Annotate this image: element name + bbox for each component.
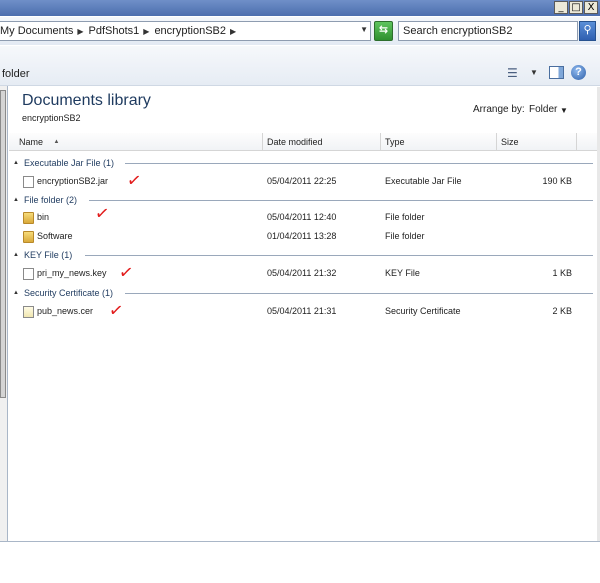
library-subtitle: encryptionSB2 — [22, 113, 81, 123]
group-header-jar[interactable]: ▲ Executable Jar File (1) — [13, 156, 593, 170]
column-size-label: Size — [501, 137, 519, 147]
group-divider — [89, 200, 593, 201]
library-title: Documents library — [22, 92, 151, 109]
address-history-dropdown-icon[interactable]: ▼ — [360, 25, 368, 34]
search-input[interactable]: Search encryptionSB2 — [398, 21, 578, 41]
file-size: 2 KB — [552, 306, 572, 316]
group-header-key[interactable]: ▲ KEY File (1) — [13, 248, 593, 262]
maximize-button[interactable]: □ — [569, 1, 583, 14]
sort-ascending-icon: ▲ — [53, 139, 60, 145]
check-mark-annotation: ✓ — [107, 300, 125, 322]
file-type: Security Certificate — [385, 306, 461, 316]
refresh-icon[interactable]: ⇆ — [374, 21, 393, 41]
chevron-right-icon[interactable]: ▶ — [230, 27, 236, 36]
file-name: bin — [37, 212, 50, 222]
preview-pane-icon[interactable] — [549, 66, 564, 79]
address-bar[interactable]: My Documents ▶ PdfShots1 ▶ encryptionSB2… — [0, 21, 371, 41]
group-label: Security Certificate (1) — [23, 288, 113, 298]
breadcrumb-encryptionsb2[interactable]: encryptionSB2 — [154, 25, 226, 37]
navigation-scrollbar-thumb[interactable] — [0, 90, 6, 398]
address-row: My Documents ▶ PdfShots1 ▶ encryptionSB2… — [0, 17, 600, 45]
file-row[interactable]: Software 01/04/2011 13:28 File folder — [9, 228, 597, 246]
window-title-bar: _ □ X — [0, 0, 600, 16]
collapse-arrow-icon[interactable]: ▲ — [13, 160, 19, 166]
column-header-date[interactable]: Date modified — [263, 133, 381, 151]
collapse-arrow-icon[interactable]: ▲ — [13, 197, 19, 203]
group-divider — [85, 255, 593, 256]
close-button[interactable]: X — [584, 1, 598, 14]
help-icon[interactable]: ? — [571, 65, 586, 80]
file-size: 190 KB — [542, 176, 572, 186]
file-date: 05/04/2011 12:40 — [267, 212, 337, 222]
arrange-by-label: Arrange by: — [473, 104, 525, 115]
column-type-label: Type — [385, 137, 405, 147]
file-date: 05/04/2011 21:31 — [267, 306, 337, 316]
command-bar: folder ☰ ▼ ? — [0, 46, 600, 86]
file-name: Software — [37, 231, 73, 241]
file-row[interactable]: encryptionSB2.jar 05/04/2011 22:25 Execu… — [9, 173, 597, 191]
details-pane — [0, 541, 600, 583]
check-mark-annotation: ✓ — [93, 203, 111, 225]
arrange-by-value[interactable]: Folder — [529, 104, 557, 115]
file-name: encryptionSB2.jar — [37, 176, 109, 186]
file-date: 05/04/2011 21:32 — [267, 268, 337, 278]
file-type: File folder — [385, 212, 425, 222]
check-mark-annotation: ✓ — [117, 262, 135, 284]
folder-icon — [23, 231, 34, 243]
column-date-label: Date modified — [267, 137, 323, 147]
file-row[interactable]: pub_news.cer 05/04/2011 21:31 Security C… — [9, 303, 597, 321]
file-date: 01/04/2011 13:28 — [267, 231, 337, 241]
group-label: KEY File (1) — [23, 250, 73, 260]
column-header-type[interactable]: Type — [381, 133, 497, 151]
change-view-icon[interactable]: ☰ — [507, 66, 518, 80]
collapse-arrow-icon[interactable]: ▲ — [13, 252, 19, 258]
chevron-right-icon[interactable]: ▶ — [77, 27, 83, 36]
arrange-by-dropdown-icon[interactable]: ▼ — [560, 106, 568, 115]
file-list-pane: Documents library encryptionSB2 Arrange … — [9, 87, 597, 541]
file-name: pri_my_news.key — [37, 268, 107, 278]
new-folder-button[interactable]: folder — [2, 68, 30, 80]
column-header-size[interactable]: Size — [497, 133, 577, 151]
chevron-right-icon[interactable]: ▶ — [143, 27, 149, 36]
group-label: File folder (2) — [23, 195, 77, 205]
minimize-button[interactable]: _ — [554, 1, 568, 14]
group-divider — [125, 163, 593, 164]
column-name-label: Name — [19, 137, 44, 147]
key-file-icon — [23, 268, 34, 280]
check-mark-annotation: ✓ — [125, 170, 143, 192]
file-date: 05/04/2011 22:25 — [267, 176, 337, 186]
file-type: File folder — [385, 231, 425, 241]
certificate-icon — [23, 306, 34, 318]
group-divider — [125, 293, 593, 294]
file-type: KEY File — [385, 268, 420, 278]
group-header-certificate[interactable]: ▲ Security Certificate (1) — [13, 286, 593, 300]
column-header-row: Name ▲ Date modified Type Size — [9, 133, 597, 151]
group-label: Executable Jar File (1) — [23, 158, 114, 168]
view-options-dropdown-icon[interactable]: ▼ — [530, 68, 538, 77]
navigation-pane-edge — [0, 86, 8, 541]
collapse-arrow-icon[interactable]: ▲ — [13, 290, 19, 296]
breadcrumb-pdfshots1[interactable]: PdfShots1 — [89, 25, 140, 37]
search-icon[interactable]: ⚲ — [579, 21, 596, 41]
file-size: 1 KB — [552, 268, 572, 278]
jar-file-icon — [23, 176, 34, 188]
folder-icon — [23, 212, 34, 224]
file-name: pub_news.cer — [37, 306, 94, 316]
breadcrumb-my-documents[interactable]: My Documents — [0, 25, 73, 37]
column-header-name[interactable]: Name ▲ — [9, 133, 263, 151]
file-row[interactable]: pri_my_news.key 05/04/2011 21:32 KEY Fil… — [9, 265, 597, 283]
file-type: Executable Jar File — [385, 176, 462, 186]
